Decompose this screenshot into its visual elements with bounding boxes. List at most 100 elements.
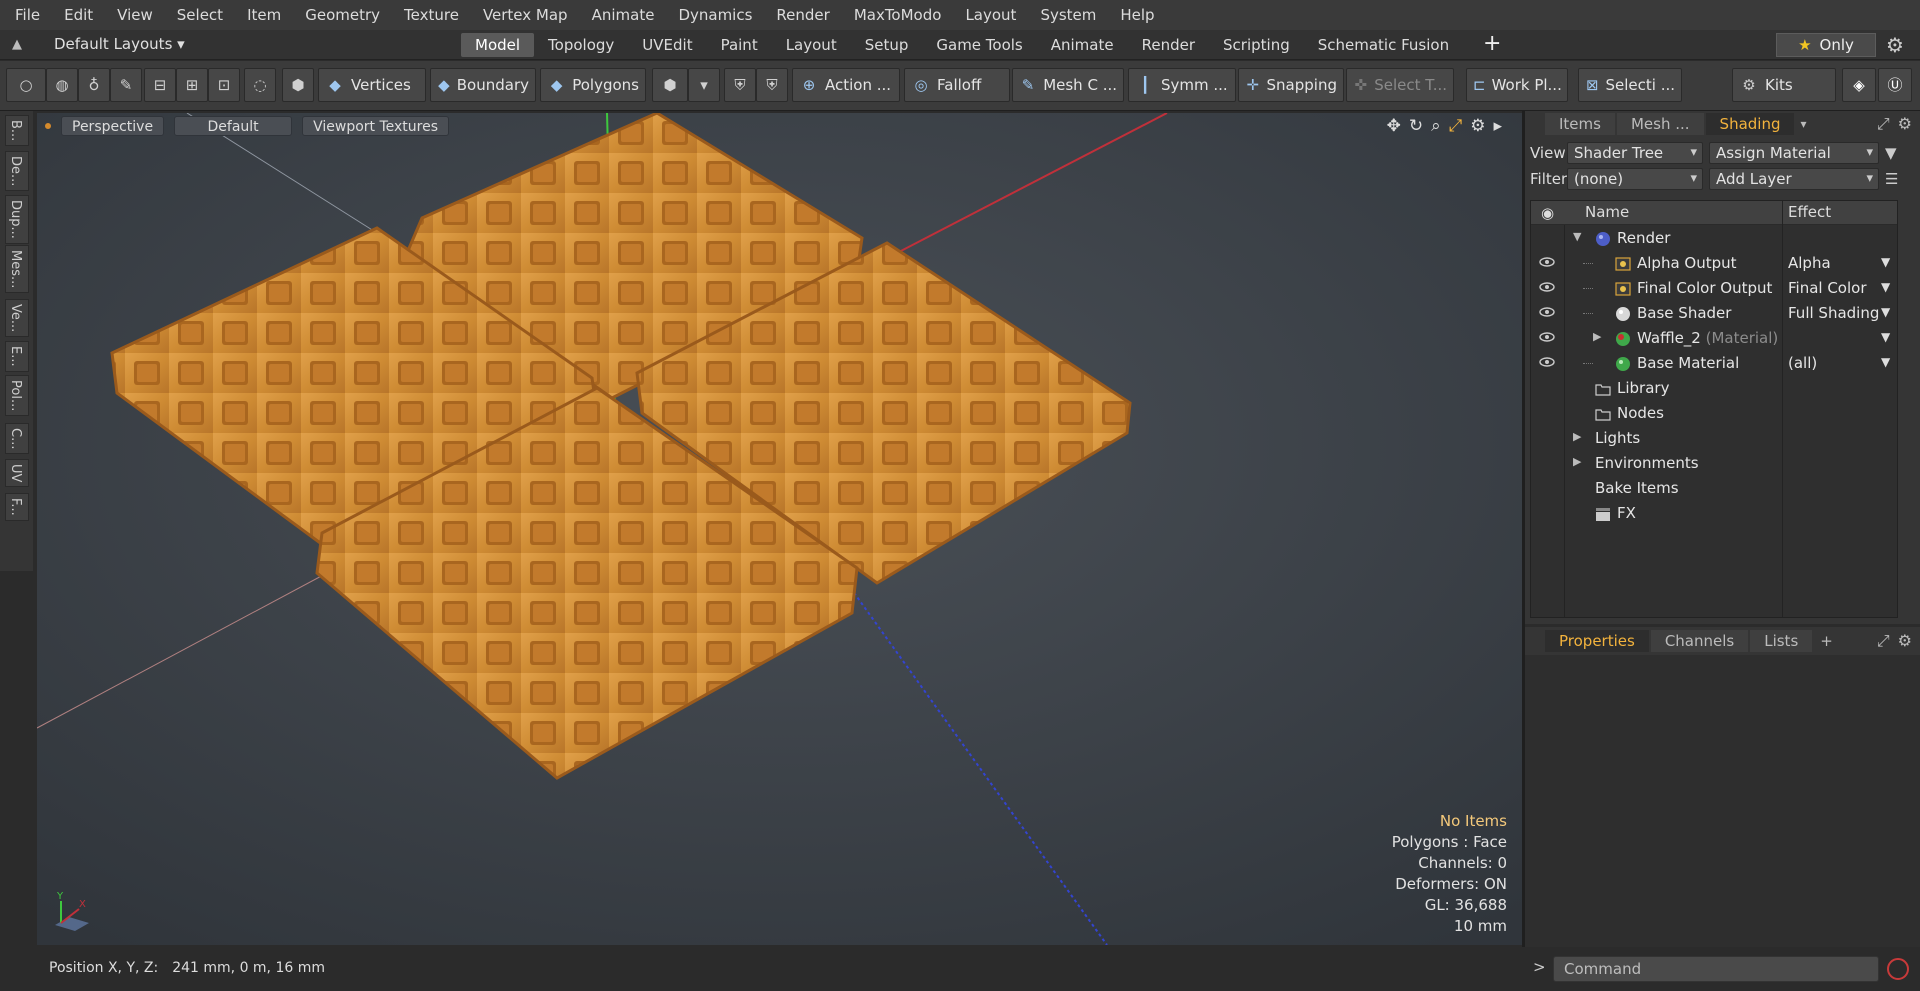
tab-channels[interactable]: Channels	[1650, 630, 1749, 652]
expand-triangle-icon[interactable]: ▶	[1573, 430, 1581, 443]
layout-selector[interactable]: Default Layouts ▾	[54, 35, 185, 53]
only-button[interactable]: ★ Only	[1776, 33, 1876, 57]
tree-row-library[interactable]: Library	[1531, 376, 1897, 401]
lasso-button[interactable]: ♁	[78, 68, 110, 102]
tab-schematic-fusion[interactable]: Schematic Fusion	[1304, 33, 1463, 57]
visibility-eye-icon[interactable]	[1539, 256, 1555, 268]
chevron-down-icon[interactable]: ▼	[1881, 305, 1890, 319]
tree-row-base-shader[interactable]: Base Shader Full Shading ▼	[1531, 301, 1897, 326]
polygons-button[interactable]: ◆ Polygons	[540, 68, 646, 102]
tab-lists[interactable]: Lists	[1750, 630, 1813, 652]
tree-row-nodes[interactable]: Nodes	[1531, 401, 1897, 426]
filter-funnel-icon[interactable]: ▼	[1885, 144, 1897, 162]
tab-render[interactable]: Render	[1128, 33, 1209, 57]
visibility-eye-icon[interactable]	[1539, 281, 1555, 293]
panel-settings-gear-icon[interactable]: ⚙	[1898, 631, 1912, 651]
tree-row-alpha-output[interactable]: Alpha Output Alpha ▼	[1531, 251, 1897, 276]
tab-items[interactable]: Items	[1545, 113, 1615, 135]
symmetry-shield-2-button[interactable]: ⛨	[756, 68, 788, 102]
mesh-constraint-button[interactable]: ✎ Mesh C ...	[1012, 68, 1124, 102]
tree-row-environments[interactable]: ▶ Environments	[1531, 451, 1897, 476]
material-mode-button[interactable]: ⬢	[652, 68, 688, 102]
rotate-view-icon[interactable]: ↻	[1409, 116, 1423, 136]
tab-properties[interactable]: Properties	[1545, 630, 1649, 652]
menu-item[interactable]: Item	[235, 6, 293, 24]
tab-topology[interactable]: Topology	[534, 33, 628, 57]
tab-game-tools[interactable]: Game Tools	[922, 33, 1036, 57]
expand-panel-icon[interactable]: ⤢	[1877, 114, 1890, 134]
menu-select[interactable]: Select	[165, 6, 235, 24]
menu-help[interactable]: Help	[1108, 6, 1166, 24]
menu-vertex-map[interactable]: Vertex Map	[471, 6, 580, 24]
tree-row-base-material[interactable]: Base Material (all) ▼	[1531, 351, 1897, 376]
mode-dropdown-button[interactable]: ▾	[688, 68, 720, 102]
perspective-button[interactable]: Perspective	[61, 116, 165, 136]
kits-button[interactable]: ⚙ Kits	[1732, 68, 1836, 102]
expand-panel-icon[interactable]: ⤢	[1877, 631, 1890, 651]
tree-item-effect[interactable]: Full Shading	[1788, 304, 1879, 322]
tab-shading[interactable]: Shading	[1705, 113, 1795, 135]
grid-button[interactable]: ⊞	[176, 68, 208, 102]
add-layer-dropdown[interactable]: Add Layer	[1709, 168, 1879, 190]
add-tab-plus-icon[interactable]: +	[1483, 31, 1501, 56]
tree-item-effect[interactable]: (all)	[1788, 354, 1817, 372]
list-options-icon[interactable]: ☰	[1885, 170, 1898, 188]
tab-model[interactable]: Model	[461, 33, 535, 57]
vertices-button[interactable]: ◆ Vertices	[318, 68, 426, 102]
tab-uvedit[interactable]: UVEdit	[628, 33, 706, 57]
left-tab-polygon[interactable]: Pol...	[5, 375, 29, 417]
viewport-textures-button[interactable]: Viewport Textures	[302, 116, 450, 136]
left-tab-deform[interactable]: De...	[5, 151, 29, 192]
tree-row-render[interactable]: ▼ Render	[1531, 226, 1897, 251]
tree-row-bake-items[interactable]: Bake Items	[1531, 476, 1897, 501]
add-tab-plus-icon[interactable]: +	[1820, 632, 1833, 650]
align-button[interactable]: ⊟	[144, 68, 176, 102]
menu-layout[interactable]: Layout	[953, 6, 1028, 24]
tree-item-effect[interactable]: Alpha	[1788, 254, 1831, 272]
left-tab-basic[interactable]: B...	[5, 115, 29, 147]
chevron-down-icon[interactable]: ▼	[1881, 280, 1890, 294]
tree-row-lights[interactable]: ▶ Lights	[1531, 426, 1897, 451]
menu-render[interactable]: Render	[764, 6, 841, 24]
frame-button[interactable]: ⊡	[208, 68, 240, 102]
shading-default-button[interactable]: Default	[174, 116, 293, 136]
menu-file[interactable]: File	[0, 6, 52, 24]
left-tab-vertex[interactable]: Ve...	[5, 299, 29, 338]
falloff-button[interactable]: ◎ Falloff	[904, 68, 1010, 102]
command-input[interactable]: Command	[1553, 956, 1879, 982]
column-name[interactable]: Name	[1585, 203, 1629, 221]
selection-sets-button[interactable]: ⊠ Selecti ...	[1578, 68, 1682, 102]
column-effect[interactable]: Effect	[1788, 203, 1831, 221]
chevron-down-icon[interactable]: ▼	[1881, 355, 1890, 369]
viewport-menu-dot-icon[interactable]	[45, 123, 51, 129]
collapse-up-icon[interactable]: ▲	[12, 37, 28, 53]
visibility-eye-icon[interactable]	[1539, 306, 1555, 318]
chevron-down-icon[interactable]: ▼	[1881, 330, 1890, 344]
menu-maxtomodo[interactable]: MaxToModo	[842, 6, 954, 24]
viewport-more-arrow-icon[interactable]: ▸	[1493, 116, 1502, 136]
view-dropdown[interactable]: Shader Tree	[1567, 142, 1703, 164]
boundary-button[interactable]: ◆ Boundary	[430, 68, 536, 102]
tree-item-effect[interactable]: Final Color	[1788, 279, 1867, 297]
panel-settings-gear-icon[interactable]: ⚙	[1898, 114, 1912, 134]
menu-view[interactable]: View	[105, 6, 165, 24]
left-tab-duplicate[interactable]: Dup...	[5, 195, 29, 244]
snapping-button[interactable]: ✛ Snapping	[1238, 68, 1344, 102]
record-macro-icon[interactable]	[1887, 958, 1909, 980]
select-through-button[interactable]: ✜ Select T...	[1346, 68, 1454, 102]
sphere-button[interactable]: ◌	[244, 68, 276, 102]
viewport-settings-gear-icon[interactable]: ⚙	[1470, 116, 1485, 136]
left-tab-uv[interactable]: UV	[5, 459, 29, 488]
tabs-dropdown-icon[interactable]: ▾	[1800, 117, 1806, 131]
symmetry-shield-button[interactable]: ⛨	[724, 68, 756, 102]
gear-icon[interactable]: ⚙	[1886, 33, 1904, 57]
globe-button[interactable]: ◍	[46, 68, 78, 102]
action-center-button[interactable]: ⊕ Action ...	[792, 68, 900, 102]
unity-button[interactable]: ◈	[1842, 68, 1876, 102]
expand-triangle-open-icon[interactable]: ▼	[1573, 230, 1581, 243]
left-tab-edge[interactable]: E...	[5, 341, 29, 372]
assign-material-dropdown[interactable]: Assign Material	[1709, 142, 1879, 164]
unreal-button[interactable]: Ⓤ	[1878, 68, 1912, 102]
left-tab-curve[interactable]: C...	[5, 423, 29, 455]
left-tab-mesh-edit[interactable]: Mes...	[5, 245, 29, 294]
